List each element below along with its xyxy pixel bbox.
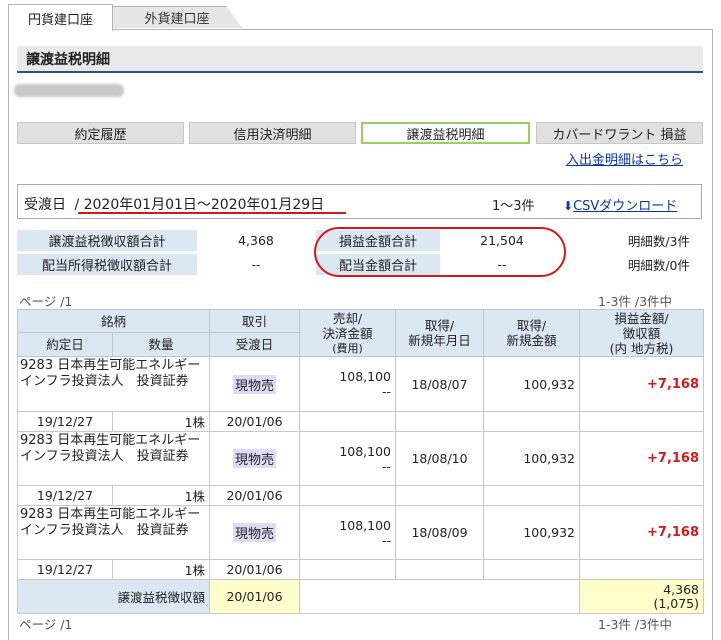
header-acq-date-line2: 新規年月日 [408,333,471,348]
quantity: 1株 [111,485,211,506]
pager-bottom: ページ /1 [19,617,73,632]
trade-date: 19/12/27 [17,485,113,506]
profit-loss: +7,168 [579,356,705,412]
sale-value: 108,100 [339,517,392,533]
highlight-annotation [314,227,566,277]
dividend-tax-total-value: -- [251,257,261,272]
tax-footer-row: 譲渡益税徴収額 20/01/06 4,368 (1,075) [16,579,705,614]
header-trade: 取引 [209,309,301,333]
underline-annotation [78,212,346,214]
trade-date: 19/12/27 [17,411,113,432]
tax-footer-date: 20/01/06 [209,579,301,614]
header-sale-line3: (費用) [332,341,363,355]
csv-download-link[interactable]: ⬇CSVダウンロード [563,195,677,214]
range-bottom: 1-3件 /3件中 [598,617,673,632]
profit-loss: +7,168 [579,505,705,560]
quantity: 1株 [111,411,211,432]
tax-amount: 4,368 [663,581,700,597]
acquisition-date: 18/08/10 [395,431,485,486]
header-acquisition-amount: 取得/ 新規金額 [483,309,581,357]
filter-label: 受渡日 / 2020年01月01日～2020年01月29日 [24,194,324,214]
quantity: 1株 [111,559,211,580]
redacted-account [14,84,124,97]
table-row: 9283 日本再生可能エネルギーインフラ投資法人 投資証券 現物売 108,10… [16,356,705,412]
trade-type: 現物売 [233,449,277,468]
capital-gains-tax-total-value: 4,368 [238,233,274,248]
profit-loss: +7,168 [579,431,705,486]
tax-footer-amount: 4,368 (1,075) [579,579,705,614]
cost-value: -- [381,532,392,548]
acquisition-date: 18/08/07 [395,356,485,412]
table-row-sub: 19/12/27 1株 20/01/06 [17,411,705,432]
sale-amount: 108,100 -- [299,356,397,412]
acquisition-date: 18/08/09 [395,505,485,560]
delivery-date: 20/01/06 [209,485,301,506]
acquisition-amount: 100,932 [483,356,581,412]
header-sale-line2: 決済金額 [322,325,373,341]
header-pl-line1: 損益金額/ [614,310,669,326]
trade-date: 19/12/27 [17,559,113,580]
table-row-sub: 19/12/27 1株 20/01/06 [17,559,705,580]
header-pl: 損益金額/ 徴収額 (内 地方税) [579,309,705,357]
delivery-date-label: 受渡日 [24,197,66,213]
pager-top: ページ /1 [19,294,73,309]
header-acq-date-line1: 取得/ [424,318,455,333]
sale-value: 108,100 [339,443,392,459]
issue-name: 9283 日本再生可能エネルギーインフラ投資法人 投資証券 [16,356,211,412]
issue-name: 9283 日本再生可能エネルギーインフラ投資法人 投資証券 [16,431,211,486]
sale-value: 108,100 [339,369,392,384]
header-trade-date: 約定日 [17,332,113,357]
cost-value: -- [381,458,392,474]
tab-yen-account[interactable]: 円貨建口座 [8,4,113,31]
capital-gains-tax-total-label: 譲渡益税徴収額合計 [17,230,197,251]
delivery-date: 20/01/06 [209,411,301,432]
tab-foreign-currency[interactable]: 外貨建口座 [112,6,242,28]
subtab-trade-history[interactable]: 約定履歴 [17,122,184,144]
header-sale-line1: 売却/ [332,310,363,326]
transactions-table: 銘柄 取引 売却/ 決済金額 (費用) 取得/ 新規年月日 取得/ 新規金額 損… [16,309,705,614]
subtab-capital-gains-tax[interactable]: 譲渡益税明細 [361,122,530,144]
table-row: 9283 日本再生可能エネルギーインフラ投資法人 投資証券 現物売 108,10… [16,505,705,560]
header-pl-line3: (内 地方税) [609,340,674,356]
trade-type: 現物売 [233,523,277,542]
download-icon: ⬇ [563,199,574,213]
dividend-tax-total-label: 配当所得税徴収額合計 [17,254,197,275]
subtab-margin-settlement[interactable]: 信用決済明細 [189,122,356,144]
delivery-date-range: / 2020年01月01日～2020年01月29日 [74,197,325,213]
table-row: 9283 日本再生可能エネルギーインフラ投資法人 投資証券 現物売 108,10… [16,431,705,486]
header-acquisition-date: 取得/ 新規年月日 [395,309,485,357]
page-title: 譲渡益税明細 [17,46,703,73]
header-quantity: 数量 [111,332,211,357]
sale-amount: 108,100 -- [299,431,397,486]
cash-transfer-link[interactable]: 入出金明細はこちら [566,149,683,168]
sale-amount: 108,100 -- [299,505,397,560]
range-top: 1-3件 /3件中 [598,294,673,309]
table-row-sub: 19/12/27 1株 20/01/06 [17,485,705,506]
acquisition-amount: 100,932 [483,431,581,486]
local-tax-amount: (1,075) [653,595,700,611]
cost-value: -- [381,384,392,399]
header-issue: 銘柄 [16,309,211,333]
header-pl-line2: 徴収額 [622,325,661,341]
detail-count-1: 明細数/3件 [627,234,690,249]
subtab-covered-warrant[interactable]: カバードワラント 損益 [536,122,703,144]
acquisition-amount: 100,932 [483,505,581,560]
header-sale: 売却/ 決済金額 (費用) [299,309,397,357]
tax-footer-label: 譲渡益税徴収額 [16,579,211,614]
result-count: 1～3件 [492,199,535,214]
detail-count-2: 明細数/0件 [627,258,690,273]
tab-divider [113,29,713,30]
trade-type: 現物売 [233,374,277,394]
header-acq-amt-line1: 取得/ [516,318,547,333]
header-delivery-date: 受渡日 [209,332,301,357]
delivery-date: 20/01/06 [209,559,301,580]
issue-name: 9283 日本再生可能エネルギーインフラ投資法人 投資証券 [16,505,211,560]
header-acq-amt-line2: 新規金額 [506,333,557,348]
